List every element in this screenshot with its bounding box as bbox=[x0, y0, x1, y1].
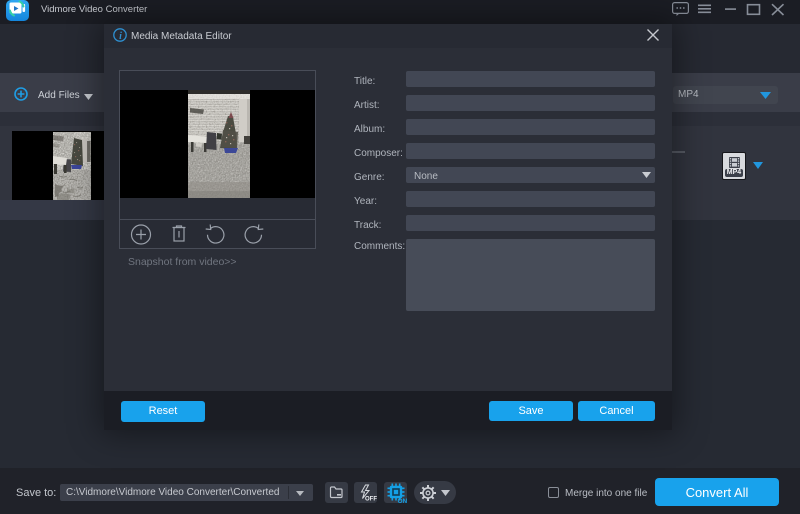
svg-text:OFF: OFF bbox=[365, 497, 377, 503]
svg-text:i: i bbox=[119, 31, 122, 42]
svg-text:ON: ON bbox=[398, 498, 408, 503]
